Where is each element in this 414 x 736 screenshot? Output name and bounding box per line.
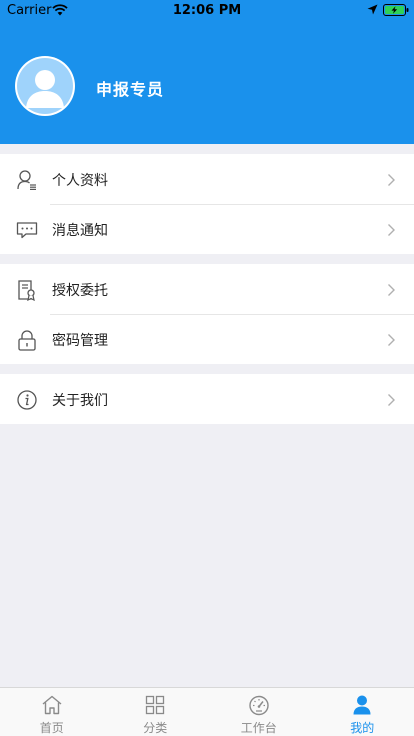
menu-label-messages: 消息通知 <box>52 223 108 239</box>
dashboard-gauge-icon <box>248 694 270 716</box>
tab-label-category: 分类 <box>143 721 168 735</box>
tab-label-mine: 我的 <box>350 721 375 735</box>
menu-label-authorization: 授权委托 <box>52 283 108 299</box>
info-icon <box>16 389 38 411</box>
avatar[interactable] <box>15 56 75 116</box>
lock-icon <box>16 329 38 351</box>
menu-group-security: 授权委托 密码管理 <box>0 264 414 364</box>
message-icon <box>16 219 38 241</box>
menu-item-about[interactable]: 关于我们 <box>0 374 414 424</box>
default-user-avatar-icon <box>17 58 73 114</box>
chevron-right-icon <box>387 332 396 346</box>
menu-item-messages[interactable]: 消息通知 <box>0 204 414 254</box>
chevron-right-icon <box>387 222 396 236</box>
user-profile-icon <box>16 169 38 191</box>
profile-header: Carrier 12:06 PM 申报专员 <box>0 0 414 144</box>
tab-label-workbench: 工作台 <box>240 721 277 735</box>
chevron-right-icon <box>387 282 396 296</box>
authorization-document-icon <box>16 279 38 302</box>
menu-item-password[interactable]: 密码管理 <box>0 314 414 364</box>
menu-label-password: 密码管理 <box>52 333 108 349</box>
status-time: 12:06 PM <box>172 3 242 18</box>
tab-workbench[interactable]: 工作台 <box>207 688 311 736</box>
menu-label-profile: 个人资料 <box>52 173 108 189</box>
tab-category[interactable]: 分类 <box>104 688 208 736</box>
tab-label-home: 首页 <box>39 721 64 735</box>
location-arrow-icon <box>367 4 378 19</box>
chevron-right-icon <box>387 392 396 406</box>
profile-section[interactable]: 申报专员 <box>0 56 414 118</box>
chevron-right-icon <box>387 172 396 186</box>
tab-mine[interactable]: 我的 <box>311 688 414 736</box>
tab-home[interactable]: 首页 <box>0 688 104 736</box>
menu-item-authorization[interactable]: 授权委托 <box>0 264 414 314</box>
menu-item-profile[interactable]: 个人资料 <box>0 154 414 204</box>
menu-group-about: 关于我们 <box>0 374 414 424</box>
grid-icon <box>144 694 166 716</box>
status-bar: Carrier 12:06 PM <box>0 0 414 22</box>
tab-bar: 首页 分类 工作台 我的 <box>0 687 414 736</box>
menu-group-account: 个人资料 消息通知 <box>0 154 414 254</box>
user-name: 申报专员 <box>96 80 165 99</box>
menu-label-about: 关于我们 <box>52 393 108 409</box>
home-icon <box>41 694 63 716</box>
person-icon <box>351 694 373 716</box>
battery-charging-icon <box>383 4 409 20</box>
